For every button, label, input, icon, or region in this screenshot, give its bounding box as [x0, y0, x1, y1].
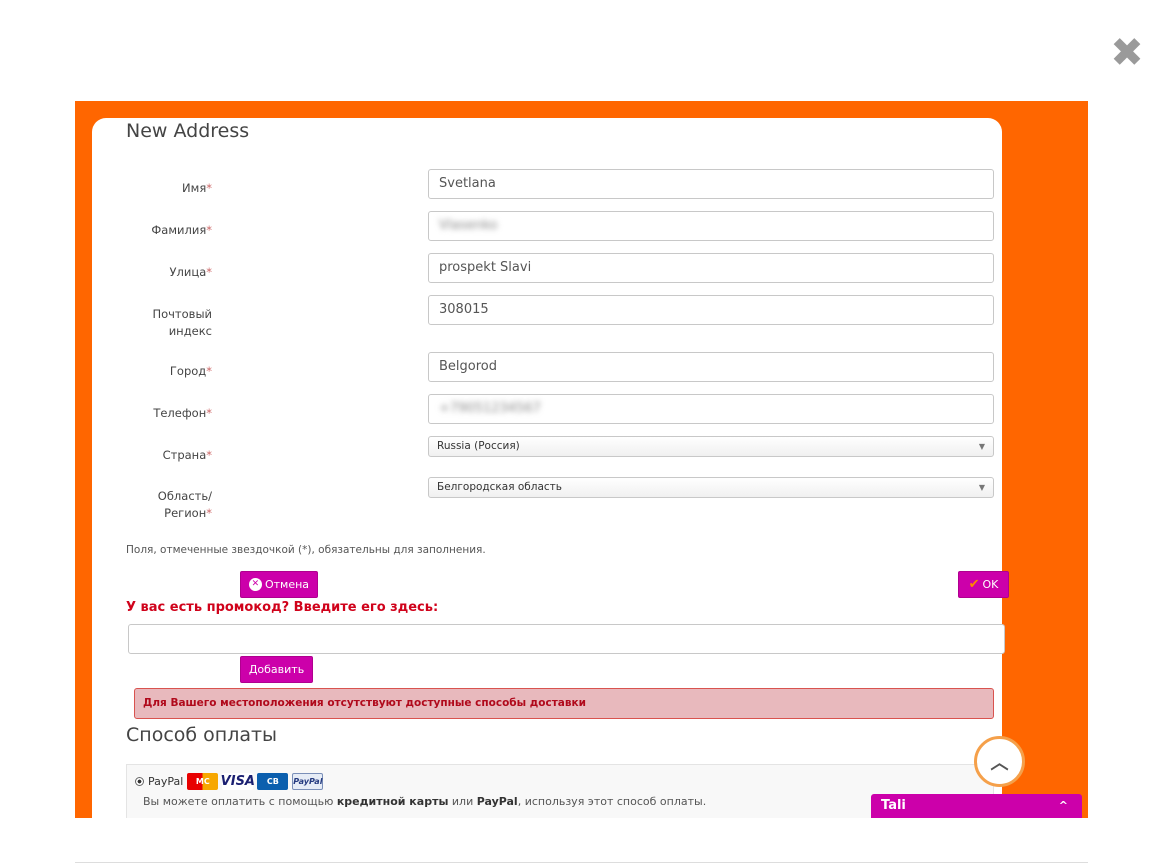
payment-option-paypal[interactable]: PayPal MC VISA CB PayPal Вы можете оплат…: [126, 764, 994, 818]
ok-button-label: OK: [982, 578, 999, 591]
paypal-logo-icon: PayPal: [292, 773, 324, 790]
cb-logo-icon: CB: [257, 773, 289, 790]
close-icon[interactable]: ✖: [1110, 33, 1144, 73]
city-input[interactable]: Belgorod: [428, 352, 994, 382]
phone-label: Телефон*: [153, 406, 212, 420]
cancel-button-label: Отмена: [264, 578, 310, 591]
cancel-button[interactable]: ✕ Отмена: [240, 571, 318, 598]
payment-description: Вы можете оплатить с помощью кредитной к…: [143, 795, 707, 808]
chevron-up-icon[interactable]: ^: [1059, 794, 1068, 818]
mastercard-logo-icon: MC: [187, 773, 219, 790]
visa-logo-icon: VISA: [220, 773, 255, 790]
scroll-to-top-button[interactable]: ︿: [974, 736, 1025, 787]
paypal-method-label: PayPal: [148, 775, 184, 788]
paypal-radio[interactable]: [135, 777, 144, 786]
checkmark-icon: ✔: [968, 577, 980, 592]
chat-widget-label: Tali: [881, 798, 906, 813]
add-promo-button[interactable]: Добавить: [240, 656, 313, 683]
first-name-input[interactable]: Svetlana: [428, 169, 994, 199]
divider: [75, 862, 1088, 863]
dropdown-arrow-icon: ▼: [978, 442, 985, 451]
ok-button[interactable]: ✔ OK: [958, 571, 1009, 598]
chevron-up-icon: ︿: [990, 752, 1009, 774]
required-fields-note: Поля, отмеченные звездочкой (*), обязате…: [126, 544, 486, 556]
promo-code-input[interactable]: [128, 624, 1005, 654]
last-name-label: Фамилия*: [151, 223, 212, 237]
payment-method-title: Способ оплаты: [126, 724, 278, 746]
postal-code-label: Почтовый индекс: [152, 307, 212, 338]
postal-code-input[interactable]: 308015: [428, 295, 994, 325]
region-label: Область/Регион*: [157, 489, 212, 520]
country-label: Страна*: [162, 448, 212, 462]
form-title: New Address: [126, 120, 250, 142]
first-name-label: Имя*: [182, 181, 212, 195]
country-select[interactable]: Russia (Россия) ▼: [428, 436, 994, 457]
phone-input[interactable]: +79051234567: [428, 394, 994, 424]
city-label: Город*: [169, 364, 212, 378]
dropdown-arrow-icon: ▼: [978, 483, 985, 492]
last-name-input[interactable]: Vlasenko: [428, 211, 994, 241]
shipping-alert: Для Вашего местоположения отсутствуют до…: [134, 688, 994, 719]
address-form-panel: New Address Имя* Svetlana Фамилия* Vlase…: [92, 118, 1009, 818]
street-input[interactable]: prospekt Slavi: [428, 253, 994, 283]
modal-frame: New Address Имя* Svetlana Фамилия* Vlase…: [75, 101, 1088, 818]
promo-code-title: У вас есть промокод? Введите его здесь:: [126, 600, 439, 615]
region-select[interactable]: Белгородская область ▼: [428, 477, 994, 498]
street-label: Улица*: [169, 265, 212, 279]
chat-widget-bar[interactable]: Tali ^: [871, 794, 1082, 818]
cancel-circle-icon: ✕: [248, 578, 262, 591]
